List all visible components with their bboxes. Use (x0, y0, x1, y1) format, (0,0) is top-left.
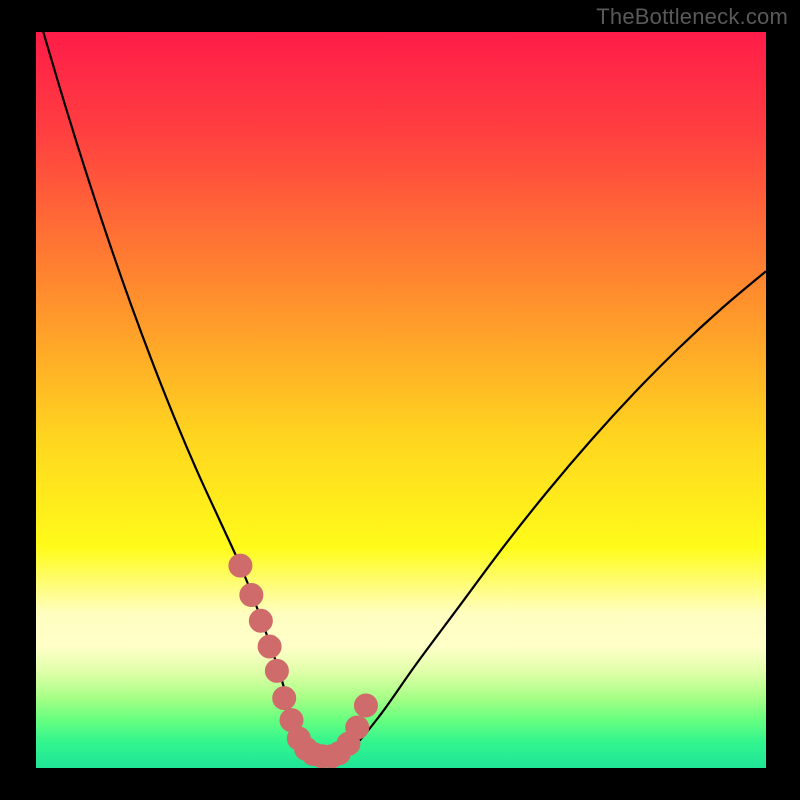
curve-marker (354, 694, 377, 717)
outer-frame: TheBottleneck.com (0, 0, 800, 800)
curve-marker (258, 635, 281, 658)
curve-marker (249, 609, 272, 632)
plot-background (36, 32, 766, 768)
curve-marker (346, 716, 369, 739)
watermark-text: TheBottleneck.com (596, 4, 788, 30)
curve-marker (229, 554, 252, 577)
curve-marker (273, 687, 296, 710)
curve-marker (265, 659, 288, 682)
curve-marker (240, 584, 263, 607)
bottleneck-chart (0, 0, 800, 800)
